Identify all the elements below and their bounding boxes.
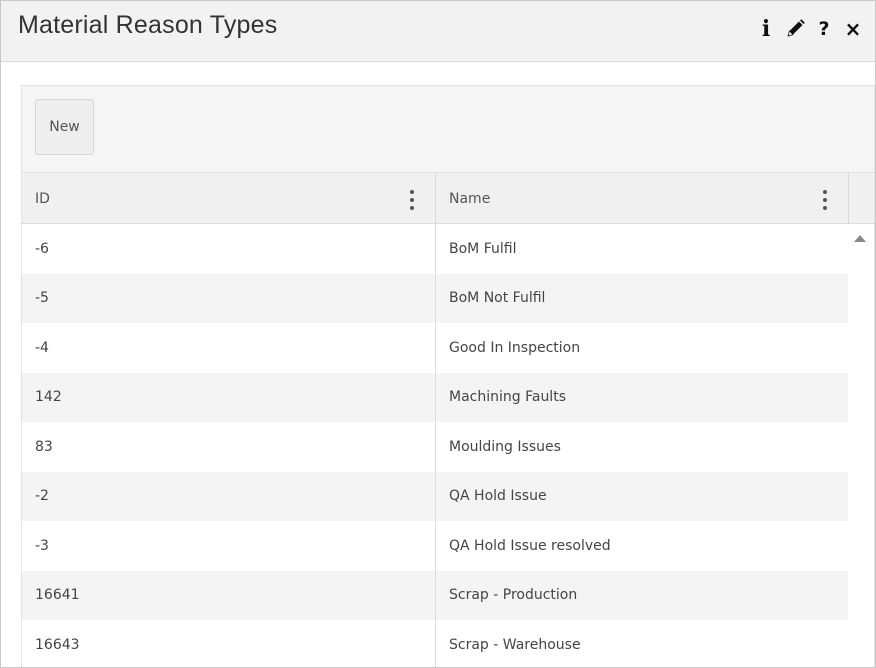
column-menu-icon[interactable]	[409, 190, 415, 210]
cell-id: 142	[22, 372, 436, 422]
table-row[interactable]: 16641 Scrap - Production	[22, 570, 848, 620]
cell-id: -5	[22, 273, 436, 323]
column-header-name-label: Name	[449, 190, 491, 207]
grid-header: ID Name	[22, 172, 874, 224]
table-row[interactable]: 142 Machining Faults	[22, 372, 848, 422]
header-scrollbar-spacer	[849, 173, 874, 224]
grid-toolbar: New	[22, 86, 874, 172]
cell-id: -2	[22, 471, 436, 521]
panel-title: Material Reason Types	[18, 11, 278, 39]
grid-container: New ID Name -6 BoM Fulfil -5 BoM Not Ful…	[21, 85, 875, 667]
grid-body: -6 BoM Fulfil -5 BoM Not Fulfil -4 Good …	[22, 224, 848, 667]
cell-name: Scrap - Warehouse	[449, 636, 581, 653]
edit-pencil-icon[interactable]	[783, 15, 807, 43]
cell-name: Scrap - Production	[449, 587, 578, 604]
column-header-id-label: ID	[35, 190, 50, 207]
cell-id: -6	[22, 224, 436, 274]
cell-name: Good In Inspection	[449, 339, 581, 356]
cell-name: Machining Faults	[449, 389, 566, 406]
table-row[interactable]: 83 Moulding Issues	[22, 422, 848, 472]
panel-titlebar: Material Reason Types i ? ×	[1, 1, 875, 62]
cell-name: BoM Not Fulfil	[449, 290, 546, 307]
material-reason-types-panel: Material Reason Types i ? × New ID Name …	[0, 0, 876, 668]
cell-name: Moulding Issues	[449, 438, 561, 455]
help-icon[interactable]: ?	[812, 15, 836, 43]
cell-id: 83	[22, 422, 436, 472]
cell-name: BoM Fulfil	[449, 240, 517, 257]
cell-id: 16641	[22, 570, 436, 620]
table-row[interactable]: -2 QA Hold Issue	[22, 471, 848, 521]
scroll-up-arrow-icon[interactable]	[854, 235, 866, 242]
table-row[interactable]: -5 BoM Not Fulfil	[22, 273, 848, 323]
cell-id: 16643	[22, 620, 436, 667]
titlebar-actions: i ? ×	[749, 15, 865, 43]
cell-name: QA Hold Issue resolved	[449, 537, 611, 554]
close-icon[interactable]: ×	[841, 15, 865, 43]
table-row[interactable]: -4 Good In Inspection	[22, 323, 848, 373]
table-row[interactable]: -6 BoM Fulfil	[22, 224, 848, 274]
column-header-name[interactable]: Name	[436, 173, 849, 224]
table-row[interactable]: -3 QA Hold Issue resolved	[22, 521, 848, 571]
table-row[interactable]: 16643 Scrap - Warehouse	[22, 620, 848, 667]
vertical-scrollbar[interactable]	[848, 224, 874, 667]
cell-id: -3	[22, 521, 436, 571]
column-header-id[interactable]: ID	[22, 173, 436, 224]
cell-name: QA Hold Issue	[449, 488, 547, 505]
new-button[interactable]: New	[35, 99, 94, 155]
cell-id: -4	[22, 323, 436, 373]
info-icon[interactable]: i	[754, 15, 778, 43]
column-menu-icon[interactable]	[822, 190, 828, 210]
